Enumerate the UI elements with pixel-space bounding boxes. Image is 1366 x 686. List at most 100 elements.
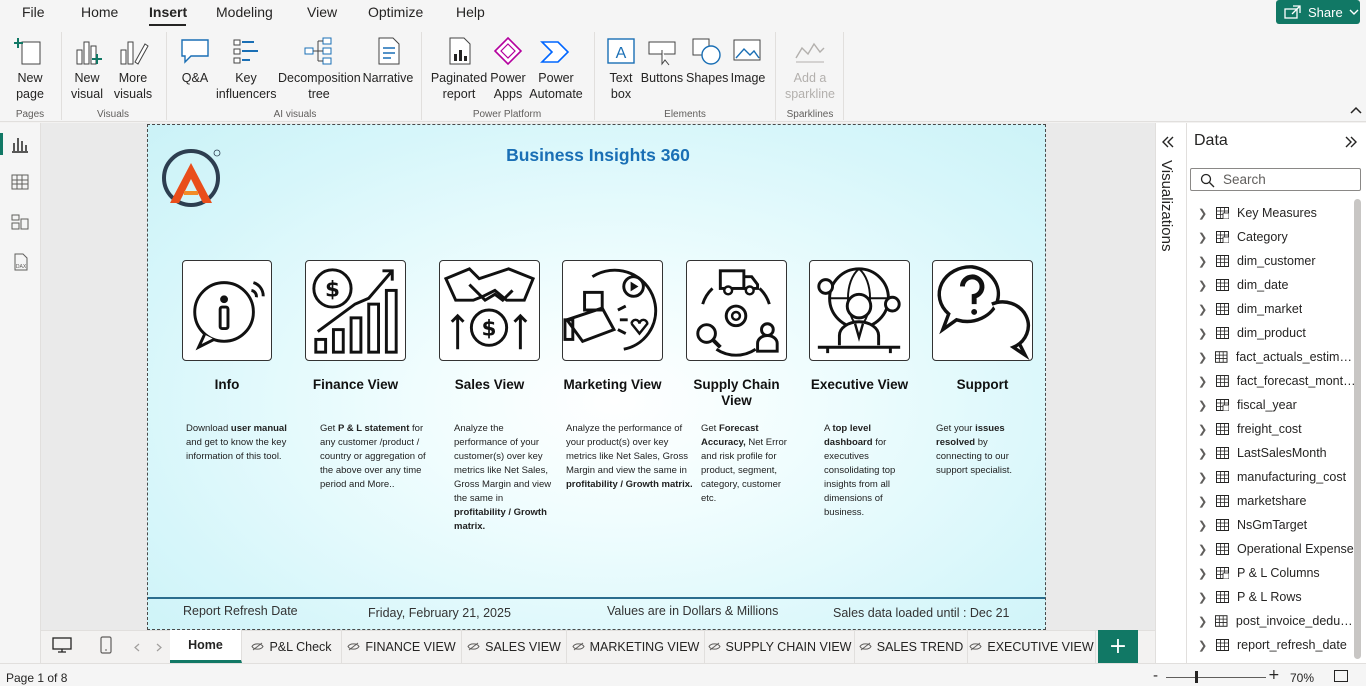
shapes-button[interactable]: Shapes — [686, 36, 728, 86]
buttons-button[interactable]: Buttons — [640, 36, 684, 86]
new-page-button[interactable]: New page — [8, 36, 52, 102]
tab-finance-view[interactable]: FINANCE VIEW — [342, 630, 462, 663]
chevron-right-icon[interactable]: ❯ — [1198, 375, 1212, 388]
supply-chain-view-card[interactable] — [686, 260, 787, 361]
chevron-right-icon[interactable]: ❯ — [1198, 207, 1212, 220]
data-field-item[interactable]: ❯ manufacturing_cost — [1198, 467, 1358, 487]
menu-home[interactable]: Home — [81, 4, 118, 20]
data-field-item[interactable]: ❯ dim_date — [1198, 275, 1358, 295]
tab-home[interactable]: Home — [170, 630, 242, 663]
scroll-tabs-right-icon[interactable] — [156, 643, 162, 652]
chevron-right-icon[interactable]: ❯ — [1198, 543, 1212, 556]
tab-pl-check[interactable]: P&L Check — [242, 630, 342, 663]
zoom-in-button[interactable]: + — [1268, 667, 1280, 683]
chevron-right-icon[interactable]: ❯ — [1198, 495, 1212, 508]
menu-modeling[interactable]: Modeling — [216, 4, 273, 20]
menu-optimize[interactable]: Optimize — [368, 4, 423, 20]
add-page-button[interactable]: + — [1098, 630, 1138, 663]
menu-insert[interactable]: Insert — [149, 4, 187, 20]
chevron-right-icon[interactable]: ❯ — [1198, 423, 1212, 436]
executive-view-card[interactable] — [809, 260, 910, 361]
data-field-item[interactable]: ❯ fact_actuals_estimates — [1198, 347, 1358, 367]
chevron-right-icon[interactable]: ❯ — [1198, 639, 1212, 652]
share-button[interactable]: Share — [1276, 0, 1360, 24]
data-field-item[interactable]: ❯ dim_market — [1198, 299, 1358, 319]
new-visual-button[interactable]: New visual — [68, 36, 106, 102]
finance-view-card[interactable]: $ — [305, 260, 406, 361]
data-field-item[interactable]: ❯ fact_forecast_monthly — [1198, 371, 1358, 391]
table-icon — [1215, 351, 1228, 363]
data-field-item[interactable]: ❯ report_refresh_date — [1198, 635, 1358, 655]
chevron-right-icon[interactable]: ❯ — [1198, 615, 1211, 628]
tab-sales-view[interactable]: SALES VIEW — [462, 630, 567, 663]
model-view-icon[interactable] — [11, 213, 29, 231]
data-field-item[interactable]: ❯ NsGmTarget — [1198, 515, 1358, 535]
visualizations-pane-label[interactable]: Visualizations — [1158, 160, 1175, 251]
desktop-layout-icon[interactable] — [52, 637, 72, 654]
dax-query-view-icon[interactable]: DAX — [11, 253, 29, 271]
data-field-item[interactable]: ❯ post_invoice_deducti... — [1198, 611, 1358, 631]
chevron-right-icon[interactable]: ❯ — [1198, 447, 1212, 460]
fit-to-page-icon[interactable] — [1334, 670, 1348, 682]
data-field-item[interactable]: ❯ LastSalesMonth — [1198, 443, 1358, 463]
ribbon-separator — [594, 32, 595, 120]
chevron-right-icon[interactable]: ❯ — [1198, 471, 1212, 484]
menu-help[interactable]: Help — [456, 4, 485, 20]
narrative-button[interactable]: Narrative — [362, 36, 414, 86]
zoom-slider-thumb[interactable] — [1195, 671, 1198, 683]
decomposition-tree-button[interactable]: Decomposition tree — [278, 36, 361, 102]
paginated-report-button[interactable]: Paginated report — [430, 36, 488, 102]
menu-file[interactable]: File — [22, 4, 45, 20]
text-box-button[interactable]: A Text box — [604, 36, 638, 102]
data-pane-scrollbar[interactable] — [1354, 199, 1361, 659]
expand-visualizations-icon[interactable] — [1161, 136, 1175, 148]
chevron-right-icon[interactable]: ❯ — [1198, 327, 1212, 340]
support-card[interactable] — [932, 260, 1033, 361]
ribbon-separator — [421, 32, 422, 120]
key-influencers-button[interactable]: Key influencers — [216, 36, 276, 102]
report-view-icon[interactable] — [11, 135, 29, 153]
data-search-input[interactable]: Search — [1190, 168, 1361, 191]
menu-view[interactable]: View — [307, 4, 337, 20]
data-field-item[interactable]: ❯ P & L Rows — [1198, 587, 1358, 607]
chevron-right-icon[interactable]: ❯ — [1198, 231, 1212, 244]
collapse-data-pane-icon[interactable] — [1344, 136, 1358, 148]
chevron-right-icon[interactable]: ❯ — [1198, 279, 1212, 292]
marketing-view-card[interactable] — [562, 260, 663, 361]
data-field-item[interactable]: ❯ Category — [1198, 227, 1358, 247]
sales-view-card[interactable]: $ — [439, 260, 540, 361]
data-field-item[interactable]: ❯ Operational Expense — [1198, 539, 1358, 559]
tab-marketing-view[interactable]: MARKETING VIEW — [567, 630, 705, 663]
data-field-item[interactable]: ❯ freight_cost — [1198, 419, 1358, 439]
chevron-right-icon[interactable]: ❯ — [1198, 567, 1212, 580]
tab-executive-view[interactable]: EXECUTIVE VIEW — [968, 630, 1096, 663]
data-field-item[interactable]: ❯ dim_product — [1198, 323, 1358, 343]
zoom-out-button[interactable]: - — [1153, 668, 1158, 684]
info-card[interactable] — [182, 260, 272, 361]
data-field-item[interactable]: ❯ Key Measures — [1198, 203, 1358, 223]
chevron-right-icon[interactable]: ❯ — [1198, 303, 1212, 316]
data-field-item[interactable]: ❯ marketshare — [1198, 491, 1358, 511]
mobile-layout-icon[interactable] — [100, 636, 112, 654]
more-visuals-button[interactable]: More visuals — [110, 36, 156, 102]
chevron-right-icon[interactable]: ❯ — [1198, 351, 1211, 364]
data-field-item[interactable]: ❯ fiscal_year — [1198, 395, 1358, 415]
scroll-tabs-left-icon[interactable] — [134, 643, 140, 652]
power-apps-button[interactable]: Power Apps — [488, 36, 528, 102]
image-button[interactable]: Image — [730, 36, 766, 86]
qa-button[interactable]: Q&A — [176, 36, 214, 86]
tab-sales-trend[interactable]: SALES TREND — [855, 630, 968, 663]
chevron-right-icon[interactable]: ❯ — [1198, 399, 1212, 412]
chevron-right-icon[interactable]: ❯ — [1198, 519, 1212, 532]
add-sparkline-button[interactable]: Add a sparkline — [782, 36, 838, 102]
chevron-right-icon[interactable]: ❯ — [1198, 591, 1212, 604]
chevron-right-icon[interactable]: ❯ — [1198, 255, 1212, 268]
zoom-slider-track[interactable] — [1166, 677, 1266, 678]
data-field-item[interactable]: ❯ dim_customer — [1198, 251, 1358, 271]
power-automate-button[interactable]: Power Automate — [528, 36, 584, 102]
collapse-ribbon-icon[interactable] — [1350, 106, 1362, 114]
report-page[interactable]: Business Insights 360 $ $ Info Finance V… — [147, 124, 1046, 630]
table-view-icon[interactable] — [11, 173, 29, 191]
tab-supply-chain-view[interactable]: SUPPLY CHAIN VIEW — [705, 630, 855, 663]
data-field-item[interactable]: ❯ P & L Columns — [1198, 563, 1358, 583]
